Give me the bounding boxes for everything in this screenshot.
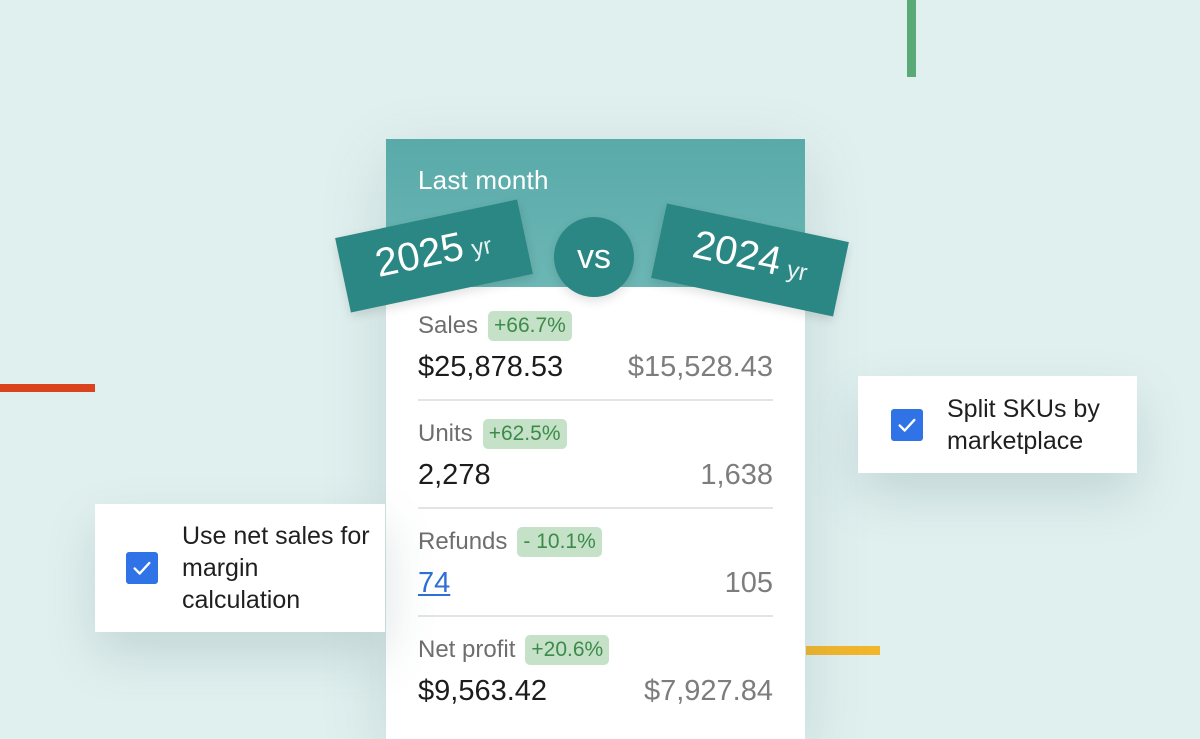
- metric-refunds: Refunds - 10.1% 74 105: [418, 525, 773, 601]
- metric-net-profit: Net profit +20.6% $9,563.42 $7,927.84: [418, 633, 773, 709]
- current-year: 2025: [371, 224, 468, 286]
- period-title: Last month: [418, 165, 549, 195]
- checkmark-icon: [133, 561, 151, 575]
- change-badge: +20.6%: [525, 635, 610, 665]
- change-badge: - 10.1%: [517, 527, 602, 557]
- metric-units: Units +62.5% 2,278 1,638: [418, 417, 773, 493]
- metric-sales: Sales +66.7% $25,878.53 $15,528.43: [418, 309, 773, 385]
- change-badge: +62.5%: [482, 419, 567, 449]
- current-value: 2,278: [418, 458, 491, 491]
- metric-label: Refunds: [418, 528, 508, 555]
- previous-value: 105: [724, 566, 773, 599]
- change-badge: +66.7%: [488, 311, 572, 341]
- divider: [418, 615, 773, 617]
- metric-label: Net profit: [418, 636, 516, 663]
- net-sales-option[interactable]: Use net sales for margin calculation: [95, 504, 385, 632]
- decorative-red-bar: [0, 384, 95, 392]
- decorative-yellow-bar: [806, 646, 880, 655]
- current-year-suffix: yr: [469, 232, 495, 263]
- previous-year-suffix: yr: [784, 256, 810, 287]
- current-value: $25,878.53: [418, 350, 564, 383]
- metric-label: Sales: [418, 312, 479, 339]
- net-sales-label: Use net sales for margin calculation: [182, 522, 370, 614]
- checkmark-icon: [898, 418, 916, 432]
- previous-year: 2024: [689, 222, 786, 284]
- vs-badge: vs: [554, 217, 634, 297]
- checkbox-checked-icon[interactable]: [891, 408, 923, 441]
- refunds-link[interactable]: 74: [418, 567, 450, 600]
- divider: [418, 399, 773, 401]
- current-value: $9,563.42: [418, 674, 548, 707]
- metric-label: Units: [418, 420, 473, 447]
- previous-value: 1,638: [700, 458, 773, 491]
- split-skus-label: Split SKUs by marketplace: [947, 394, 1100, 455]
- split-skus-option[interactable]: Split SKUs by marketplace: [858, 376, 1137, 473]
- previous-value: $15,528.43: [627, 350, 773, 383]
- checkbox-checked-icon[interactable]: [126, 552, 158, 584]
- divider: [418, 507, 773, 509]
- decorative-green-bar: [907, 0, 916, 77]
- previous-value: $7,927.84: [643, 674, 773, 707]
